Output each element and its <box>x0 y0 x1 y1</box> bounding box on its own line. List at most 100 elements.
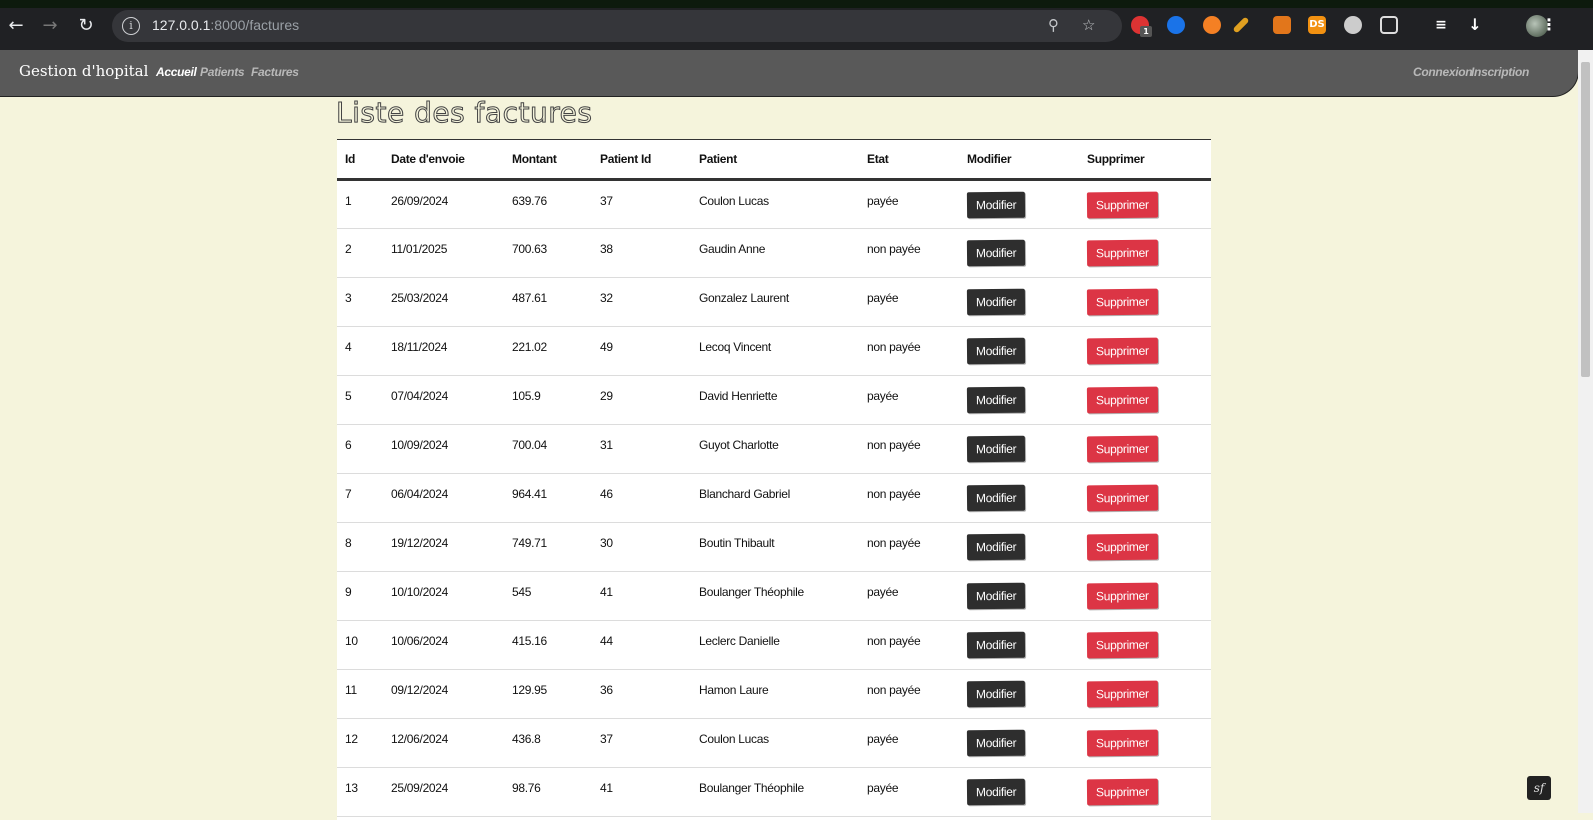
header-date: Date d'envoie <box>383 140 504 181</box>
cell-id: 8 <box>337 522 383 572</box>
cell-modifier: Modifier <box>959 718 1079 768</box>
forward-arrow-icon[interactable]: → <box>38 14 62 38</box>
nav-link-connexion[interactable]: Connexion <box>1413 65 1473 79</box>
cell-modifier: Modifier <box>959 179 1079 229</box>
header-patient: Patient <box>691 140 859 181</box>
pen-extension-icon[interactable] <box>1232 16 1250 34</box>
supprimer-button[interactable]: Supprimer <box>1086 680 1158 708</box>
extension-icon-grey[interactable] <box>1344 16 1362 34</box>
table-header-row: Id Date d'envoie Montant Patient Id Pati… <box>337 140 1211 181</box>
modifier-button[interactable]: Modifier <box>966 435 1026 463</box>
supprimer-button[interactable]: Supprimer <box>1086 337 1158 365</box>
modifier-button[interactable]: Modifier <box>966 191 1026 219</box>
cell-supprimer: Supprimer <box>1079 767 1211 817</box>
supprimer-button[interactable]: Supprimer <box>1086 288 1158 316</box>
header-id: Id <box>337 140 383 181</box>
cell-patient-id: 46 <box>592 473 691 523</box>
supprimer-button[interactable]: Supprimer <box>1086 631 1158 659</box>
cell-date: 25/03/2024 <box>383 277 504 327</box>
cell-patient: Coulon Lucas <box>691 179 859 229</box>
reload-icon[interactable]: ↻ <box>74 14 98 38</box>
cell-modifier: Modifier <box>959 522 1079 572</box>
cell-patient-id: 44 <box>592 620 691 670</box>
url-text[interactable]: 127.0.0.1:8000/factures <box>152 17 299 33</box>
cell-patient-id: 37 <box>592 718 691 768</box>
cell-date: 11/01/2025 <box>383 228 504 278</box>
download-icon[interactable]: ↓ <box>1466 16 1484 34</box>
cell-patient: Lecoq Vincent <box>691 326 859 376</box>
cell-supprimer: Supprimer <box>1079 473 1211 523</box>
modifier-button[interactable]: Modifier <box>966 484 1026 512</box>
supprimer-button[interactable]: Supprimer <box>1086 386 1158 414</box>
table-row: 11 09/12/2024 129.95 36 Hamon Laure non payée… <box>337 669 1211 719</box>
ds-extension-icon[interactable]: DS <box>1308 16 1326 34</box>
table-row: 2 11/01/2025 700.63 38 Gaudin Anne non payée M… <box>337 228 1211 278</box>
cell-id: 4 <box>337 326 383 376</box>
modifier-button[interactable]: Modifier <box>966 631 1026 659</box>
browser-menu-icon[interactable]: ⋮ <box>1540 16 1558 34</box>
cell-date: 12/06/2024 <box>383 718 504 768</box>
zoom-icon[interactable]: ⚲ <box>1048 16 1059 34</box>
modifier-button[interactable]: Modifier <box>966 533 1026 561</box>
modifier-button[interactable]: Modifier <box>966 337 1026 365</box>
cell-id: 11 <box>337 669 383 719</box>
cell-etat: non payée <box>859 522 959 572</box>
cell-etat: payée <box>859 375 959 425</box>
cell-modifier: Modifier <box>959 228 1079 278</box>
supprimer-button[interactable]: Supprimer <box>1086 582 1158 610</box>
supprimer-button[interactable]: Supprimer <box>1086 533 1158 561</box>
modifier-button[interactable]: Modifier <box>966 239 1026 267</box>
supprimer-button[interactable]: Supprimer <box>1086 435 1158 463</box>
navbar-brand[interactable]: Gestion d'hopital <box>19 62 148 80</box>
cell-etat: payée <box>859 277 959 327</box>
supprimer-button[interactable]: Supprimer <box>1086 778 1158 806</box>
modifier-button[interactable]: Modifier <box>966 680 1026 708</box>
cell-supprimer: Supprimer <box>1079 571 1211 621</box>
cell-id: 6 <box>337 424 383 474</box>
cell-patient: Leclerc Danielle <box>691 620 859 670</box>
supprimer-button[interactable]: Supprimer <box>1086 729 1158 757</box>
extension-icon-blue[interactable] <box>1167 16 1185 34</box>
cell-id: 12 <box>337 718 383 768</box>
page-title: Liste des factures <box>335 96 593 130</box>
nav-link-inscription[interactable]: Inscription <box>1471 65 1529 79</box>
table-row: 8 19/12/2024 749.71 30 Boutin Thibault non pa… <box>337 522 1211 572</box>
extension-icon-orange[interactable] <box>1203 16 1221 34</box>
symfony-toolbar-icon[interactable]: sf <box>1527 776 1551 800</box>
supprimer-button[interactable]: Supprimer <box>1086 239 1158 267</box>
cell-date: 18/11/2024 <box>383 326 504 376</box>
modifier-button[interactable]: Modifier <box>966 778 1026 806</box>
nav-link-accueil[interactable]: Accueil <box>156 65 197 79</box>
back-arrow-icon[interactable]: ← <box>4 14 28 38</box>
supprimer-button[interactable]: Supprimer <box>1086 484 1158 512</box>
factures-table: Id Date d'envoie Montant Patient Id Pati… <box>337 140 1211 817</box>
table-row: 9 10/10/2024 545 41 Boulanger Théophile payée… <box>337 571 1211 621</box>
header-patient-id: Patient Id <box>592 140 691 181</box>
metamask-icon[interactable] <box>1273 16 1291 34</box>
address-bar[interactable]: i 127.0.0.1:8000/factures ⚲ ☆ <box>112 10 1122 42</box>
cell-etat: payée <box>859 718 959 768</box>
table-body: 1 26/09/2024 639.76 37 Coulon Lucas payée Modi… <box>337 179 1211 817</box>
bookmark-star-icon[interactable]: ☆ <box>1082 16 1095 34</box>
cell-id: 7 <box>337 473 383 523</box>
nav-link-patients[interactable]: Patients <box>200 65 245 79</box>
cell-etat: payée <box>859 571 959 621</box>
scrollbar-thumb[interactable] <box>1581 62 1590 377</box>
cell-montant: 487.61 <box>504 277 592 327</box>
cell-patient: Gonzalez Laurent <box>691 277 859 327</box>
cell-montant: 639.76 <box>504 179 592 229</box>
cell-modifier: Modifier <box>959 571 1079 621</box>
cell-supprimer: Supprimer <box>1079 277 1211 327</box>
supprimer-button[interactable]: Supprimer <box>1086 191 1158 219</box>
modifier-button[interactable]: Modifier <box>966 288 1026 316</box>
modifier-button[interactable]: Modifier <box>966 386 1026 414</box>
site-info-icon[interactable]: i <box>122 17 140 35</box>
modifier-button[interactable]: Modifier <box>966 582 1026 610</box>
cell-patient: Blanchard Gabriel <box>691 473 859 523</box>
cell-etat: non payée <box>859 620 959 670</box>
nav-link-factures[interactable]: Factures <box>251 65 299 79</box>
modifier-button[interactable]: Modifier <box>966 729 1026 757</box>
cell-date: 09/12/2024 <box>383 669 504 719</box>
media-control-icon[interactable]: ≡ <box>1432 16 1450 34</box>
extensions-puzzle-icon[interactable] <box>1380 16 1398 34</box>
